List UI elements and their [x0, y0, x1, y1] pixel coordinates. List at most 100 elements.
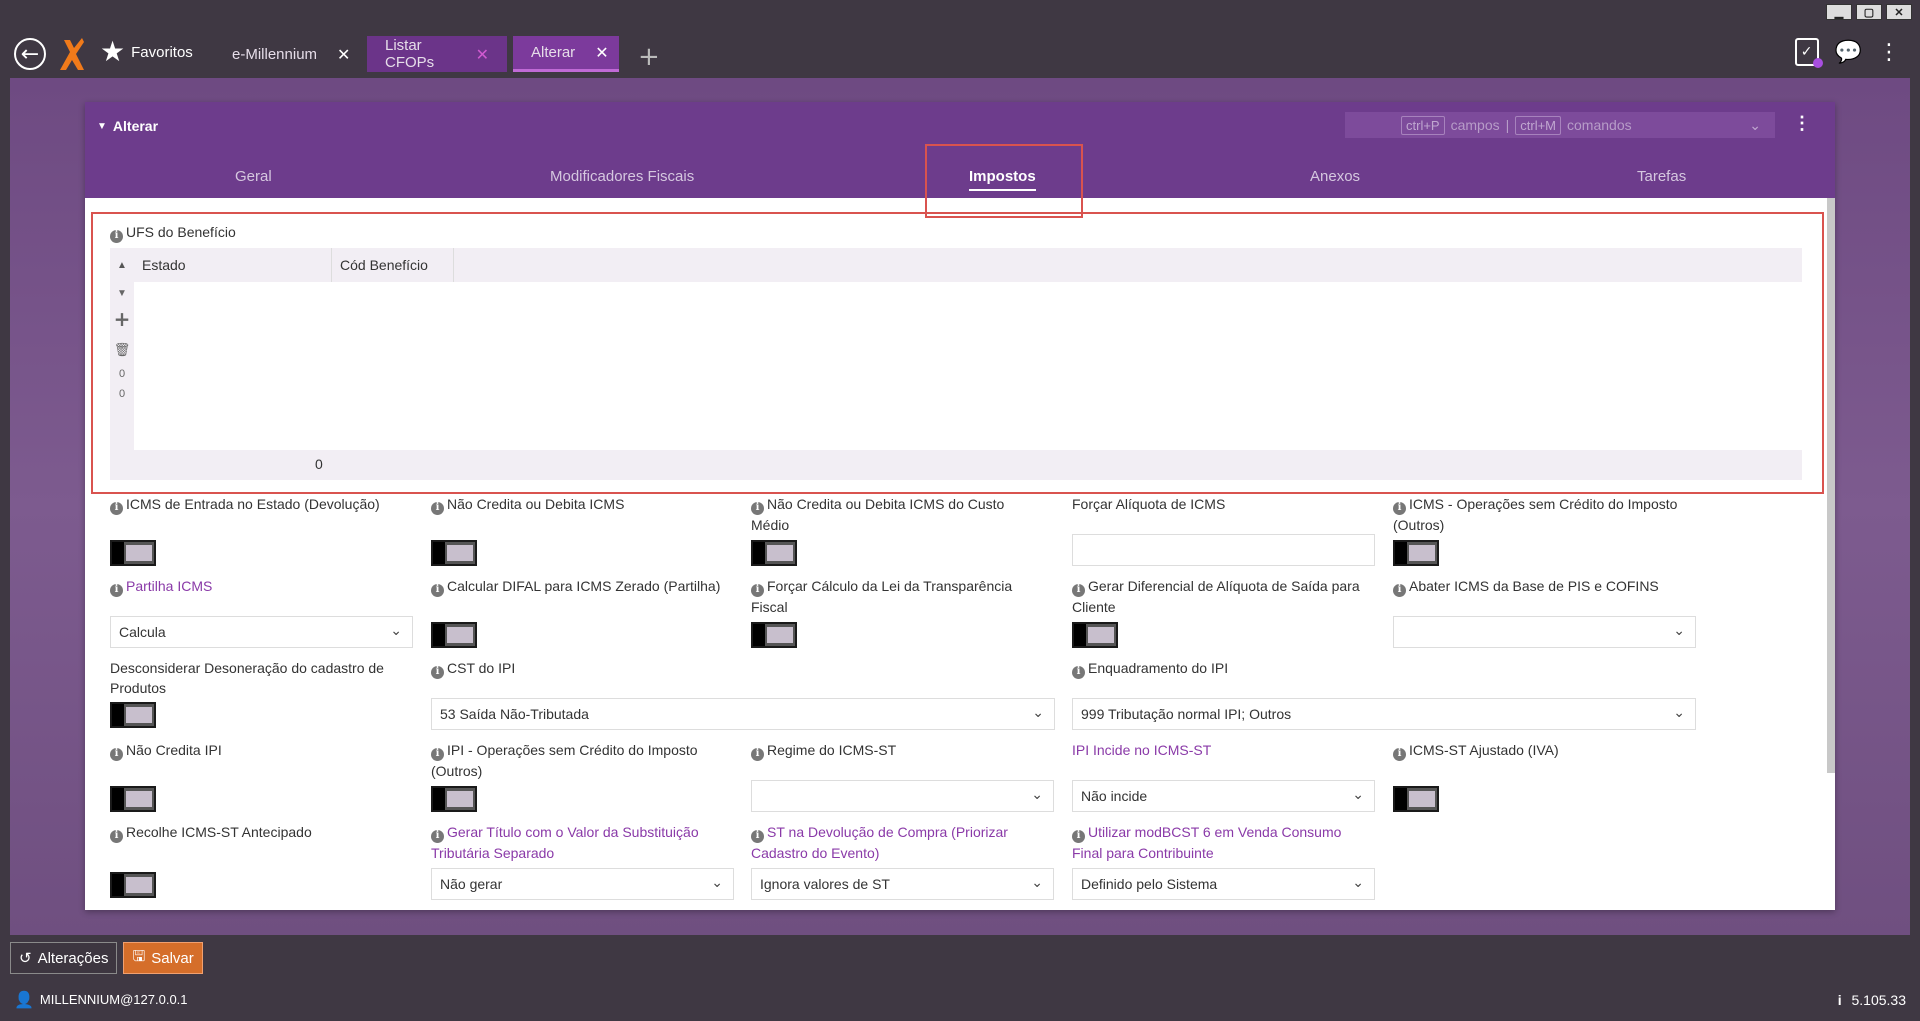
tab-modificadores-fiscais[interactable]: Modificadores Fiscais	[550, 168, 694, 185]
select-modbcst[interactable]: Definido pelo Sistema ⌄	[1072, 868, 1375, 900]
chevron-down-icon: ⌄	[1032, 705, 1044, 721]
fields-label: campos	[1450, 117, 1500, 133]
forcar-aliquota-input[interactable]	[1072, 534, 1375, 566]
tab-label: Listar CFOPs	[385, 37, 435, 71]
info-icon: i	[431, 501, 444, 515]
info-icon: i	[751, 501, 764, 515]
collapse-triangle-icon: ▼	[97, 120, 107, 132]
chevron-down-icon: ⌄	[1031, 787, 1043, 803]
chevron-down-icon: ⌄	[390, 623, 402, 639]
info-icon: i	[431, 829, 444, 843]
user-icon: 👤	[14, 990, 34, 1009]
select-regime-icms-st[interactable]: ⌄	[751, 780, 1054, 812]
info-icon: i	[110, 747, 123, 761]
toggle-forcar-transparencia[interactable]	[751, 622, 797, 648]
panel-scrollbar[interactable]	[1827, 198, 1835, 773]
info-icon: i	[751, 583, 764, 597]
panel-title-label: Alterar	[112, 118, 159, 134]
info-icon: i	[431, 665, 444, 679]
info-icon: i	[431, 747, 444, 761]
label-ipi-sem-credito: i IPI - Operações sem Crédito do Imposto …	[431, 742, 698, 779]
info-icon: i	[751, 829, 764, 843]
toggle-recolhe-icms-st[interactable]	[110, 872, 156, 898]
version-label: 5.105.33	[1851, 992, 1907, 1008]
label-regime-icms-st: i Regime do ICMS-ST	[751, 740, 1051, 761]
label-cst-ipi: i CST do IPI	[431, 658, 731, 679]
favorites-button[interactable]: ★ Favoritos	[100, 38, 193, 66]
panel-title[interactable]: ▼ Alterar	[97, 118, 158, 134]
minimize-button[interactable]: ▁	[1826, 4, 1852, 20]
label-icms-sem-credito: i ICMS - Operações sem Crédito do Imposto…	[1393, 496, 1678, 533]
toggle-icms-st-ajustado[interactable]	[1393, 786, 1439, 812]
toggle-gerar-diferencial[interactable]	[1072, 622, 1118, 648]
select-st-devolucao[interactable]: Ignora valores de ST ⌄	[751, 868, 1054, 900]
label-calcular-difal: i Calcular DIFAL para ICMS Zerado (Partil…	[431, 576, 741, 597]
select-partilha-icms[interactable]: Calcula ⌄	[110, 616, 413, 648]
chevron-down-icon: ⌄	[1352, 875, 1364, 891]
toggle-ipi-sem-credito[interactable]	[431, 786, 477, 812]
toggle-icms-entrada[interactable]	[110, 540, 156, 566]
fields-shortcut: ctrl+P	[1401, 115, 1445, 135]
close-icon[interactable]: ✕	[476, 45, 489, 64]
tab-alterar[interactable]: Alterar ✕	[513, 36, 619, 72]
window-controls: ▁ ▢ ✕	[1826, 4, 1912, 20]
maximize-button[interactable]: ▢	[1856, 4, 1882, 20]
label-recolhe-icms-st: i Recolhe ICMS-ST Antecipado	[110, 822, 410, 843]
select-abater-icms[interactable]: ⌄	[1393, 616, 1696, 648]
status-bar: 👤 MILLENNIUM@127.0.0.1	[14, 990, 188, 1009]
history-button[interactable]: ↺ Alterações	[10, 942, 118, 974]
label-icms-st-ajustado: i ICMS-ST Ajustado (IVA)	[1393, 740, 1693, 761]
command-bar[interactable]: ctrl+P campos | ctrl+M comandos ⌄	[1345, 112, 1775, 138]
select-gerar-titulo[interactable]: Não gerar ⌄	[431, 868, 734, 900]
notification-dot	[1812, 58, 1823, 68]
label-forcar-aliquota: Forçar Alíquota de ICMS	[1072, 496, 1226, 512]
toggle-calcular-difal[interactable]	[431, 622, 477, 648]
tasks-clipboard-icon[interactable]: ✓	[1794, 38, 1823, 68]
select-enquadramento-ipi[interactable]: 999 Tributação normal IPI; Outros ⌄	[1072, 698, 1696, 730]
toggle-nao-credita-icms[interactable]	[431, 540, 477, 566]
toggle-desconsiderar[interactable]	[110, 702, 156, 728]
top-right-icons: ✓ 💬 ⋮	[1794, 38, 1900, 68]
select-cst-ipi[interactable]: 53 Saída Não-Tributada ⌄	[431, 698, 1055, 730]
tab-anexos[interactable]: Anexos	[1310, 168, 1360, 185]
millennium-logo-icon	[60, 38, 84, 70]
history-label: Alterações	[37, 949, 109, 967]
tab-listar-cfops[interactable]: Listar CFOPs ✕	[367, 36, 507, 72]
label-abater-icms: i Abater ICMS da Base de PIS e COFINS	[1393, 576, 1703, 597]
info-icon: i	[751, 747, 764, 761]
select-ipi-incide[interactable]: Não incide ⌄	[1072, 780, 1375, 812]
label-nao-credita-custo: i Não Credita ou Debita ICMS do Custo Méd…	[751, 496, 1005, 533]
label-desconsiderar: Desconsiderar Desoneração do cadastro de…	[110, 660, 384, 696]
panel-menu-icon[interactable]: ⋮	[1793, 114, 1811, 132]
info-icon: i	[1837, 992, 1842, 1008]
chevron-down-icon[interactable]: ⌄	[1749, 117, 1761, 134]
info-icon: i	[1072, 829, 1085, 843]
toggle-icms-sem-credito[interactable]	[1393, 540, 1439, 566]
more-vertical-icon[interactable]: ⋮	[1878, 40, 1900, 65]
app-window: ▁ ▢ ✕ ← ★ Favoritos e-Millennium ✕ Lista…	[0, 0, 1920, 1021]
tab-tarefas[interactable]: Tarefas	[1637, 168, 1686, 185]
close-icon[interactable]: ✕	[337, 45, 350, 64]
close-window-button[interactable]: ✕	[1886, 4, 1912, 20]
label-partilha-icms: i Partilha ICMS	[110, 576, 410, 597]
label-ipi-incide: IPI Incide no ICMS-ST	[1072, 742, 1212, 758]
label-enquadramento-ipi: i Enquadramento do IPI	[1072, 658, 1372, 679]
save-button[interactable]: 🖫 Salvar	[123, 942, 203, 974]
label-gerar-diferencial: i Gerar Diferencial de Alíquota de Saída …	[1072, 578, 1360, 615]
alterar-panel: ▼ Alterar ctrl+P campos | ctrl+M comando…	[85, 102, 1835, 910]
toggle-nao-credita-ipi[interactable]	[110, 786, 156, 812]
highlight-tab-box	[925, 144, 1083, 218]
add-tab-icon[interactable]: +	[638, 42, 660, 72]
toggle-nao-credita-custo[interactable]	[751, 540, 797, 566]
label-st-devolucao: i ST na Devolução de Compra (Priorizar Ca…	[751, 824, 1008, 861]
tab-geral[interactable]: Geral	[235, 168, 272, 185]
save-icon: 🖫	[132, 946, 146, 965]
chat-icon[interactable]: 💬	[1835, 40, 1862, 65]
favorites-label: Favoritos	[131, 43, 193, 61]
commands-shortcut: ctrl+M	[1515, 115, 1562, 135]
back-arrow-icon[interactable]: ←	[14, 38, 46, 70]
close-icon[interactable]: ✕	[595, 43, 608, 62]
tab-e-millennium[interactable]: e-Millennium ✕	[214, 36, 368, 72]
tab-label: e-Millennium	[232, 45, 318, 63]
chevron-down-icon: ⌄	[1673, 623, 1685, 639]
